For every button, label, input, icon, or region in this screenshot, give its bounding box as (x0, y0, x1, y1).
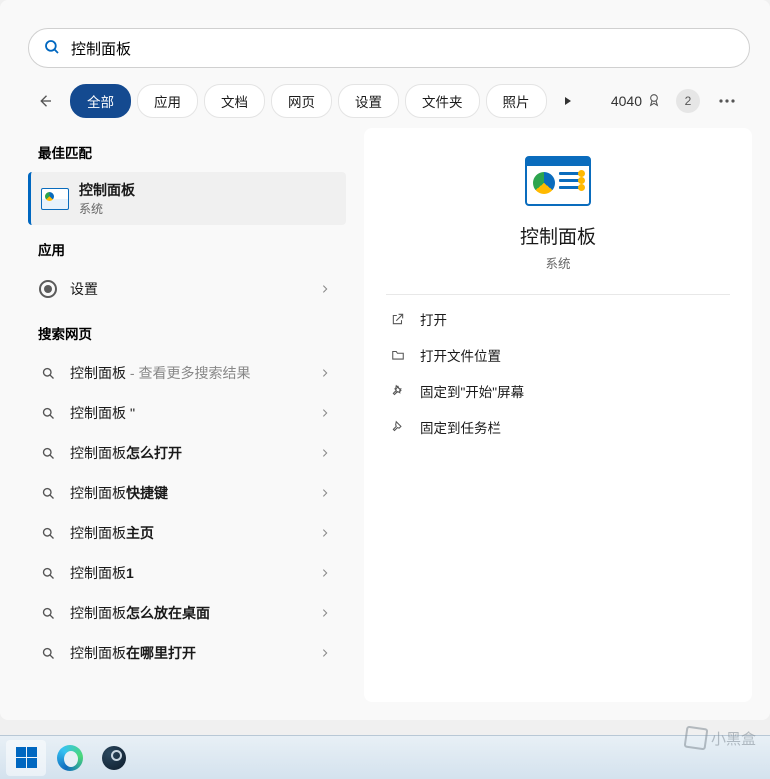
results-column: 最佳匹配 控制面板 系统 应用 设置 搜索网页 (0, 128, 354, 720)
search-icon (38, 523, 58, 543)
filter-row: 全部 应用 文档 网页 设置 文件夹 照片 4040 2 (0, 78, 770, 128)
web-result-label: 控制面板快捷键 (70, 483, 308, 503)
search-icon (38, 363, 58, 383)
chevron-right-icon (320, 605, 330, 621)
folder-icon (390, 347, 406, 363)
rewards-points[interactable]: 4040 (611, 91, 662, 112)
search-icon (43, 38, 61, 59)
more-options-button[interactable] (712, 86, 742, 116)
web-result-0[interactable]: 控制面板 - 查看更多搜索结果 (0, 353, 354, 393)
best-match-item[interactable]: 控制面板 系统 (28, 172, 346, 225)
action-list: 打开 打开文件位置 固定到"开始"屏幕 (386, 301, 730, 445)
windows-logo-icon (16, 747, 37, 768)
search-icon (38, 603, 58, 623)
search-panel: 全部 应用 文档 网页 设置 文件夹 照片 4040 2 最佳匹配 (0, 0, 770, 720)
web-result-5[interactable]: 控制面板1 (0, 553, 354, 593)
search-icon (38, 443, 58, 463)
chevron-right-icon (320, 405, 330, 421)
web-result-label: 控制面板 '' (70, 403, 308, 423)
web-result-label: 控制面板怎么打开 (70, 443, 308, 463)
web-result-6[interactable]: 控制面板怎么放在桌面 (0, 593, 354, 633)
chevron-right-icon (320, 565, 330, 581)
taskbar-edge[interactable] (50, 740, 90, 776)
action-label: 打开 (420, 309, 447, 329)
content-area: 最佳匹配 控制面板 系统 应用 设置 搜索网页 (0, 128, 770, 720)
action-label: 打开文件位置 (420, 345, 501, 365)
control-panel-icon (41, 188, 69, 210)
chevron-right-icon (320, 445, 330, 461)
filter-all[interactable]: 全部 (70, 84, 131, 118)
action-pin-start[interactable]: 固定到"开始"屏幕 (386, 373, 730, 409)
action-label: 固定到"开始"屏幕 (420, 381, 524, 401)
search-icon (38, 643, 58, 663)
detail-panel: 控制面板 系统 打开 打开文件位置 (364, 128, 752, 702)
open-icon (390, 311, 406, 327)
app-item-settings[interactable]: 设置 (0, 269, 354, 309)
notification-badge[interactable]: 2 (676, 89, 700, 113)
web-result-1[interactable]: 控制面板 '' (0, 393, 354, 433)
detail-subtitle: 系统 (545, 253, 570, 272)
web-result-label: 控制面板怎么放在桌面 (70, 603, 308, 623)
taskbar (0, 735, 770, 779)
web-result-label: 控制面板在哪里打开 (70, 643, 308, 663)
points-value: 4040 (611, 93, 642, 109)
taskbar-steam[interactable] (94, 740, 134, 776)
search-icon (38, 483, 58, 503)
web-result-4[interactable]: 控制面板主页 (0, 513, 354, 553)
chevron-right-icon (320, 365, 330, 381)
filter-next-button[interactable] (553, 86, 583, 116)
app-item-label: 设置 (70, 279, 308, 299)
medal-icon (646, 91, 662, 112)
search-icon (38, 563, 58, 583)
chevron-right-icon (320, 485, 330, 501)
action-open-location[interactable]: 打开文件位置 (386, 337, 730, 373)
filter-web[interactable]: 网页 (271, 84, 332, 118)
pin-icon (390, 383, 406, 399)
section-web: 搜索网页 (0, 309, 354, 353)
search-input[interactable] (71, 40, 735, 57)
pin-icon (390, 419, 406, 435)
chevron-right-icon (320, 645, 330, 661)
web-result-7[interactable]: 控制面板在哪里打开 (0, 633, 354, 673)
filter-docs[interactable]: 文档 (204, 84, 265, 118)
best-match-text: 控制面板 系统 (79, 180, 135, 217)
filter-apps[interactable]: 应用 (137, 84, 198, 118)
web-result-2[interactable]: 控制面板怎么打开 (0, 433, 354, 473)
search-bar-container (0, 0, 770, 78)
taskbar-start-button[interactable] (6, 740, 46, 776)
best-match-subtitle: 系统 (79, 200, 135, 217)
edge-icon (57, 745, 83, 771)
gear-icon (38, 279, 58, 299)
best-match-title: 控制面板 (79, 180, 135, 200)
web-result-3[interactable]: 控制面板快捷键 (0, 473, 354, 513)
steam-icon (102, 746, 126, 770)
web-result-label: 控制面板 - 查看更多搜索结果 (70, 363, 308, 383)
chevron-right-icon (320, 525, 330, 541)
web-result-label: 控制面板主页 (70, 523, 308, 543)
search-icon (38, 403, 58, 423)
filter-folders[interactable]: 文件夹 (405, 84, 480, 118)
filter-photos[interactable]: 照片 (486, 84, 547, 118)
divider (386, 294, 730, 295)
web-result-label: 控制面板1 (70, 563, 308, 583)
detail-title: 控制面板 (520, 222, 596, 249)
action-pin-taskbar[interactable]: 固定到任务栏 (386, 409, 730, 445)
back-button[interactable] (28, 84, 62, 118)
section-best-match: 最佳匹配 (0, 128, 354, 172)
action-label: 固定到任务栏 (420, 417, 501, 437)
search-bar[interactable] (28, 28, 750, 68)
section-apps: 应用 (0, 225, 354, 269)
filter-settings[interactable]: 设置 (338, 84, 399, 118)
control-panel-icon (525, 156, 591, 206)
action-open[interactable]: 打开 (386, 301, 730, 337)
chevron-right-icon (320, 281, 330, 297)
